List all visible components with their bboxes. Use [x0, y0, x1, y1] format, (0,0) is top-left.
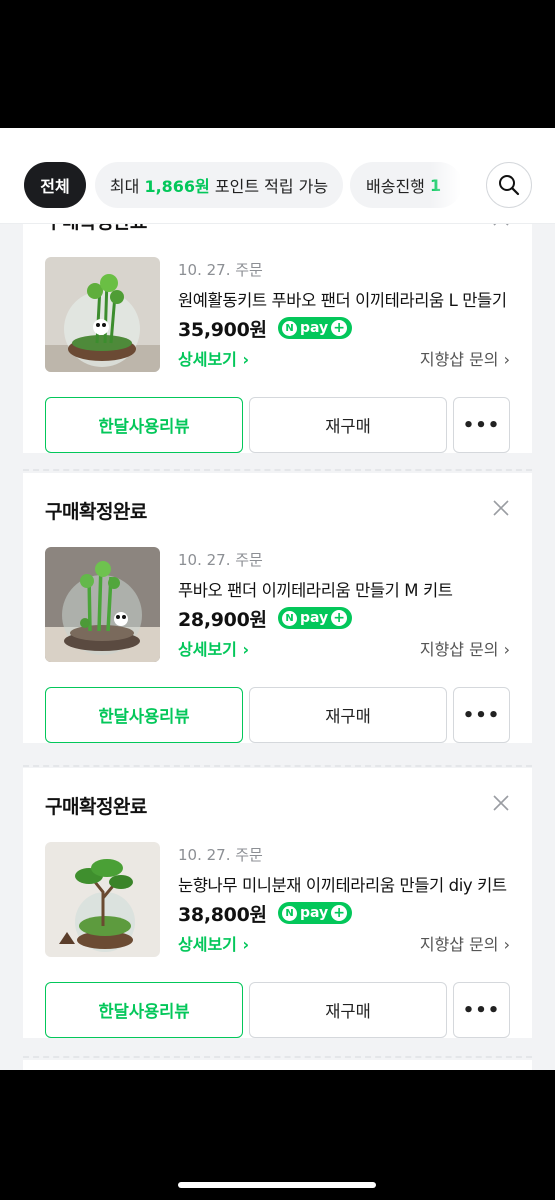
home-indicator[interactable]: [178, 1182, 376, 1188]
order-status: 구매확정완료: [45, 796, 147, 818]
chip-scroll-fade: [430, 158, 474, 214]
npay-plus-badge: Npay +: [278, 607, 352, 629]
order-card: 구매확정완료 10. 27. 주문 푸바오 팬더 이끼테라리움 만들기 M 키트…: [23, 473, 532, 743]
store-inquiry-link[interactable]: 지향샵 문의 ›: [420, 346, 510, 370]
search-button[interactable]: [486, 162, 532, 208]
plus-icon: +: [331, 320, 348, 336]
bottom-letterbox: [0, 1070, 555, 1200]
point-prefix: 최대: [109, 177, 140, 196]
plus-icon: +: [331, 905, 348, 921]
product-price: 38,800원: [178, 904, 267, 926]
order-date: 10. 27. 주문: [178, 551, 263, 569]
store-inquiry-link[interactable]: 지향샵 문의 ›: [420, 636, 510, 660]
npay-plus-badge: Npay +: [278, 317, 352, 339]
rebuy-button[interactable]: 재구매: [249, 397, 447, 453]
npay-plus-badge: Npay +: [278, 902, 352, 924]
product-thumbnail[interactable]: [45, 257, 160, 372]
product-name[interactable]: 눈향나무 미니분재 이끼테라리움 만들기 diy 키트: [178, 872, 510, 896]
naver-n-icon: N: [282, 905, 297, 921]
filter-chip-points[interactable]: 최대 1,866원 포인트 적립 가능: [95, 162, 343, 208]
point-suffix: 포인트 적립 가능: [214, 177, 329, 196]
card-divider: [23, 765, 532, 767]
naver-n-icon: N: [282, 320, 297, 336]
order-status: 구매확정완료: [45, 501, 147, 523]
point-amount: 1,866원: [144, 177, 210, 196]
product-name[interactable]: 원예활동키트 푸바오 팬더 이끼테라리움 L 만들기: [178, 287, 510, 311]
order-date: 10. 27. 주문: [178, 846, 263, 864]
search-icon: [499, 175, 520, 196]
product-price: 28,900원: [178, 609, 267, 631]
npay-label: pay: [300, 905, 329, 921]
order-card: 구매확정완료 10. 27. 주문 눈향나무 미니분재 이끼테라리움 만들기 d…: [23, 768, 532, 1038]
card-divider: [23, 1056, 532, 1058]
monthly-review-button[interactable]: 한달사용리뷰: [45, 687, 243, 743]
plus-icon: +: [331, 610, 348, 626]
filter-chip-all[interactable]: 전체: [24, 162, 86, 208]
npay-label: pay: [300, 610, 329, 626]
order-date: 10. 27. 주문: [178, 261, 263, 279]
naver-n-icon: N: [282, 610, 297, 626]
npay-label: pay: [300, 320, 329, 336]
close-icon[interactable]: [490, 497, 512, 519]
close-icon[interactable]: [490, 792, 512, 814]
detail-link[interactable]: 상세보기 ›: [178, 346, 249, 370]
monthly-review-button[interactable]: 한달사용리뷰: [45, 397, 243, 453]
detail-link[interactable]: 상세보기 ›: [178, 931, 249, 955]
rebuy-button[interactable]: 재구매: [249, 687, 447, 743]
card-divider: [23, 469, 532, 471]
monthly-review-button[interactable]: 한달사용리뷰: [45, 982, 243, 1038]
more-options-button[interactable]: •••: [453, 687, 510, 743]
shipping-label: 배송진행: [366, 177, 425, 196]
more-options-button[interactable]: •••: [453, 982, 510, 1038]
product-price: 35,900원: [178, 319, 267, 341]
product-thumbnail[interactable]: [45, 547, 160, 662]
product-thumbnail[interactable]: [45, 842, 160, 957]
order-filter-bar: 전체 최대 1,866원 포인트 적립 가능 배송진행 1: [0, 128, 555, 224]
order-card-partial: [23, 1060, 532, 1070]
rebuy-button[interactable]: 재구매: [249, 982, 447, 1038]
store-inquiry-link[interactable]: 지향샵 문의 ›: [420, 931, 510, 955]
more-options-button[interactable]: •••: [453, 397, 510, 453]
top-letterbox: [0, 0, 555, 128]
product-name[interactable]: 푸바오 팬더 이끼테라리움 만들기 M 키트: [178, 577, 510, 601]
order-history-screen: 구매확정완료 10. 27. 주문 원예활동키트 푸바오 팬더 이끼테라리움 L…: [0, 128, 555, 1070]
detail-link[interactable]: 상세보기 ›: [178, 636, 249, 660]
